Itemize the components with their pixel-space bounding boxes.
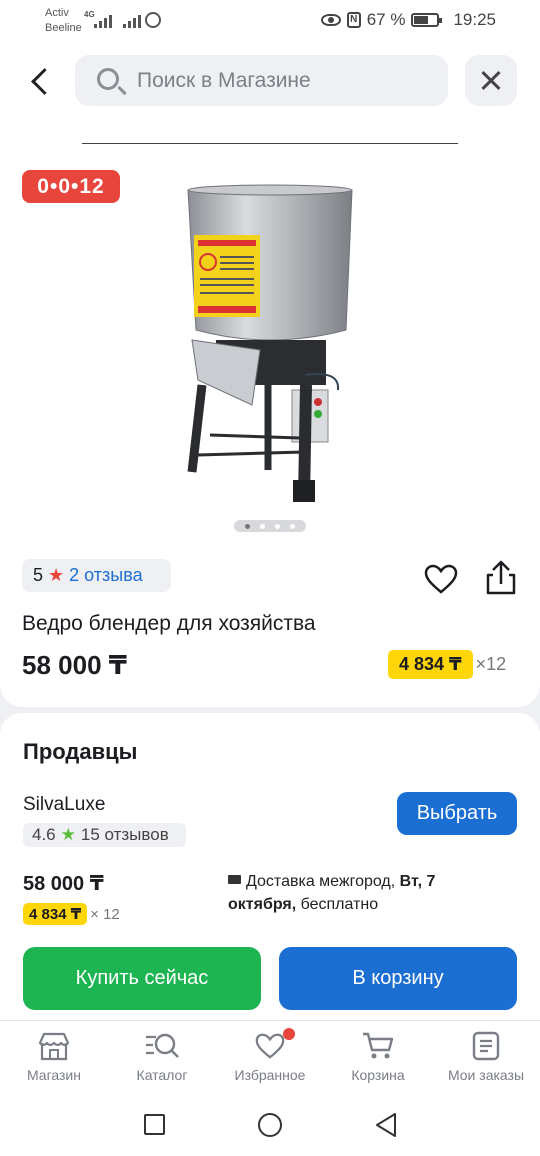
- home-button[interactable]: [258, 1113, 282, 1137]
- gallery-dot-4: [290, 523, 295, 529]
- rating-value: 5: [33, 565, 44, 585]
- delivery-info: Доставка межгород, Вт, 7 октября, беспла…: [228, 870, 488, 916]
- recent-apps-button[interactable]: [144, 1114, 165, 1135]
- carrier-2: Beeline: [45, 22, 82, 34]
- sellers-title: Продавцы: [23, 739, 138, 764]
- tab-label: Избранное: [234, 1067, 306, 1083]
- delivery-prefix: Доставка межгород,: [246, 873, 400, 890]
- truck-icon: [228, 875, 241, 884]
- status-right: N 67 % 19:25: [320, 10, 496, 30]
- product-title: Ведро блендер для хозяйства: [22, 612, 316, 635]
- status-bar: Activ Beeline 4G N 67 % 19:25: [0, 0, 540, 40]
- star-icon: ★: [48, 565, 65, 585]
- seller-price: 58 000 ₸: [23, 873, 104, 895]
- tab-favorites[interactable]: Избранное: [220, 1028, 320, 1083]
- rating-chip[interactable]: 5 ★ 2 отзыва: [22, 559, 171, 592]
- reviews-link[interactable]: 2 отзыва: [69, 565, 142, 586]
- cart-icon: [363, 1032, 394, 1059]
- installment-badge: 4 834 ₸: [388, 650, 473, 679]
- seller-rating-value: 4.6: [32, 825, 56, 844]
- tab-orders[interactable]: Мои заказы: [436, 1031, 536, 1083]
- search-placeholder: Поиск в Магазине: [137, 68, 311, 92]
- catalog-search-icon: [146, 1033, 179, 1058]
- orders-icon: [472, 1031, 500, 1061]
- notification-dot: [283, 1028, 295, 1040]
- store-icon: [38, 1032, 70, 1061]
- product-page: Activ Beeline 4G N 67 % 19:25 Поиск в Ма…: [0, 0, 540, 1156]
- installment-multiplier: ×12: [475, 654, 507, 674]
- eye-comfort-icon: [320, 14, 341, 26]
- buy-now-button[interactable]: Купить сейчас: [23, 947, 261, 1010]
- carrier-1: Activ: [45, 7, 69, 19]
- share-icon[interactable]: [484, 560, 518, 596]
- header: Поиск в Магазине: [0, 40, 540, 150]
- favorite-heart-icon[interactable]: [424, 564, 458, 594]
- star-icon: ★: [60, 825, 76, 844]
- tab-label: Магазин: [26, 1067, 81, 1083]
- seller-installment-badge: 4 834 ₸: [23, 903, 88, 925]
- search-input[interactable]: Поиск в Магазине: [75, 55, 448, 106]
- whatsapp-icon: [145, 12, 161, 28]
- countdown-timer: 0•0•12: [22, 170, 120, 203]
- add-to-cart-button[interactable]: В корзину: [279, 947, 517, 1010]
- seller-installment-multiplier: × 12: [90, 905, 120, 923]
- back-button[interactable]: [25, 60, 55, 100]
- seller-reviews: 15 отзывов: [80, 825, 169, 844]
- product-card: 0•0•12 5 ★ 2 отзыва Ведро блендер для хо…: [0, 150, 540, 707]
- seller-name[interactable]: SilvaLuxe: [23, 794, 105, 816]
- gallery-dot-2: [260, 523, 265, 529]
- product-image[interactable]: [180, 180, 360, 510]
- system-back-button[interactable]: [374, 1112, 398, 1138]
- installment-info: 4 834 ₸ ×12: [388, 650, 506, 679]
- sellers-card: Продавцы SilvaLuxe 4.6 ★ 15 отзывов Выбр…: [0, 713, 540, 1033]
- carrier-names: Activ Beeline: [45, 6, 82, 36]
- signal-icon: [94, 12, 112, 28]
- tab-catalog[interactable]: Каталог: [112, 1031, 212, 1083]
- delivery-suffix: бесплатно: [296, 896, 379, 913]
- seller-installment: 4 834 ₸ × 12: [23, 903, 120, 925]
- choose-seller-button[interactable]: Выбрать: [397, 792, 517, 835]
- divider: [82, 143, 458, 144]
- battery-percent: 67 %: [366, 10, 406, 29]
- tab-label: Корзина: [351, 1067, 405, 1083]
- gallery-dot-3: [275, 523, 280, 529]
- product-price: 58 000 ₸: [22, 650, 127, 680]
- system-nav-bar: [0, 1100, 540, 1156]
- signal-icon-2: [123, 12, 141, 28]
- tab-store[interactable]: Магазин: [4, 1031, 104, 1083]
- tab-cart[interactable]: Корзина: [328, 1031, 428, 1083]
- heart-icon: [255, 1033, 285, 1059]
- tab-label: Мои заказы: [447, 1067, 525, 1083]
- battery-icon: [411, 13, 443, 27]
- tab-label: Каталог: [136, 1067, 188, 1083]
- clock: 19:25: [453, 10, 496, 29]
- seller-rating-chip[interactable]: 4.6 ★ 15 отзывов: [23, 823, 186, 847]
- nfc-icon: N: [346, 12, 361, 28]
- close-button[interactable]: [465, 55, 517, 106]
- search-icon: [97, 68, 119, 90]
- gallery-indicator[interactable]: [234, 520, 306, 532]
- bottom-tab-bar: Магазин Каталог Избранное Корзина Мои за…: [0, 1020, 540, 1100]
- gallery-dot-1: [245, 523, 250, 529]
